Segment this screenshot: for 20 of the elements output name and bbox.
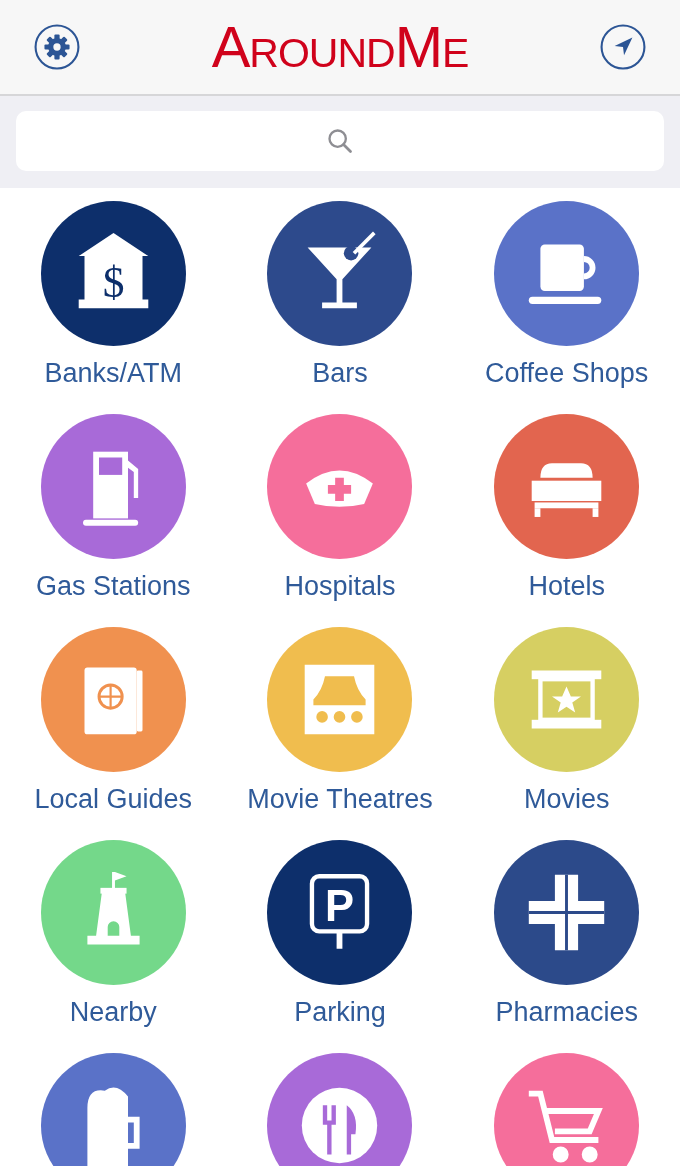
settings-button[interactable] [34, 24, 80, 70]
category-button[interactable]: Hospitals [226, 414, 454, 627]
category-button[interactable]: Nearby [0, 840, 227, 1053]
category-button[interactable]: P Parking [226, 840, 454, 1053]
category-button[interactable]: Movie Theatres [226, 627, 454, 840]
app-title: AroundMe [211, 18, 469, 76]
category-button[interactable]: Local Guides [0, 627, 227, 840]
category-button[interactable]: Bars [226, 201, 454, 414]
category-button[interactable]: Movies [453, 627, 680, 840]
category-button[interactable]: Gas Stations [0, 414, 227, 627]
category-button[interactable]: $ Banks/ATM [0, 201, 227, 414]
search-field[interactable] [16, 111, 664, 171]
search-icon [326, 127, 354, 155]
bank-icon: $ [40, 201, 186, 346]
parking-sign-icon: P [267, 840, 413, 985]
location-button[interactable] [600, 24, 646, 70]
category-button[interactable]: Coffee Shops [453, 201, 680, 414]
category-button[interactable]: Hotels [453, 414, 680, 627]
category-button[interactable]: Pharmacies [453, 840, 680, 1053]
settings-icon [34, 24, 80, 70]
